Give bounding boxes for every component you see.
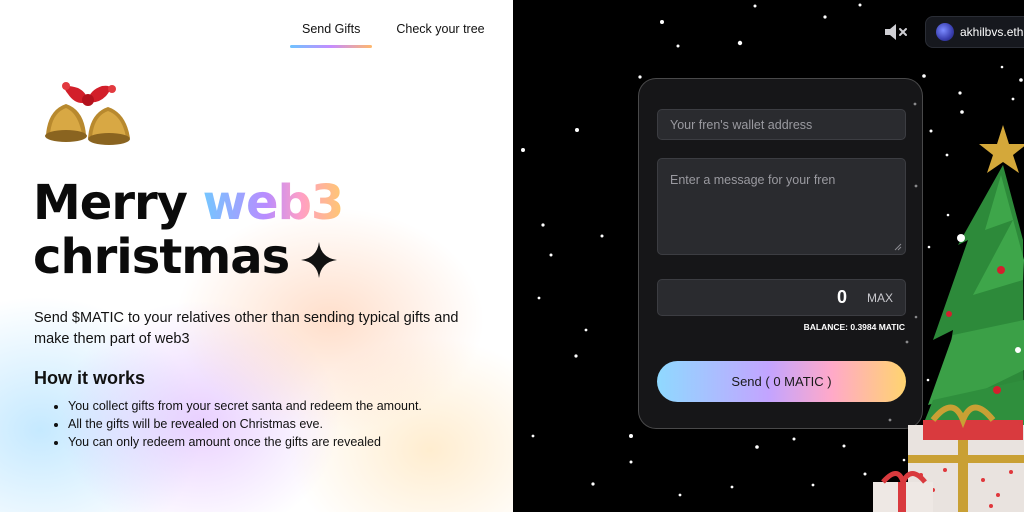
list-item: You collect gifts from your secret santa… [68, 397, 422, 415]
wallet-address-input[interactable]: Your fren's wallet address [657, 109, 906, 140]
christmas-bells-icon [45, 82, 130, 145]
hero-subtitle: Send $MATIC to your relatives other than… [34, 310, 459, 347]
hero-title-prefix: Merry [33, 175, 188, 231]
speaker-muted-icon[interactable] [883, 22, 909, 42]
send-button[interactable]: Send ( 0 MATIC ) [657, 361, 906, 402]
how-it-works-list: You collect gifts from your secret santa… [52, 397, 422, 451]
hero-title-line2: christmas [33, 229, 290, 285]
message-placeholder: Enter a message for your fren [670, 173, 836, 187]
tab-check-tree[interactable]: Check your tree [384, 22, 496, 48]
christmas-tree-icon [873, 125, 1024, 512]
amount-input[interactable]: 0 MAX [657, 279, 906, 316]
hero-title: Merry web3 christmas [33, 175, 345, 285]
how-it-works-title: How it works [34, 368, 146, 388]
list-item: You can only redeem amount once the gift… [68, 433, 422, 451]
message-input[interactable]: Enter a message for your fren [657, 158, 906, 255]
top-nav: Send Gifts Check your tree [290, 22, 497, 48]
amount-value: 0 [836, 287, 847, 307]
tab-send-gifts[interactable]: Send Gifts [290, 22, 373, 48]
hero-title-highlight: web3 [202, 175, 345, 231]
left-panel: Send Gifts Check your tree Merry web3 ch… [0, 0, 513, 512]
list-item: All the gifts will be revealed on Christ… [68, 415, 422, 433]
avatar [936, 23, 954, 41]
wallet-button[interactable]: akhilbvs.eth [925, 16, 1024, 48]
sparkle-icon [301, 242, 338, 278]
right-panel: akhilbvs.eth Your fren's wallet address … [513, 0, 1024, 512]
wallet-address: akhilbvs.eth [960, 25, 1024, 39]
